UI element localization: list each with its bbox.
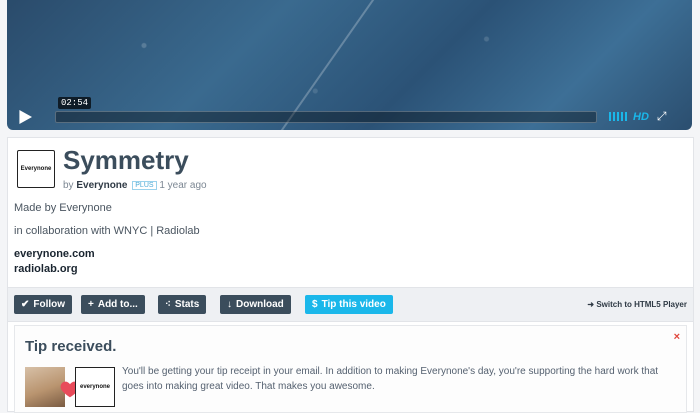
creator-avatar: everynone [75,367,115,407]
arrow-circle-icon: ➜ [587,300,595,309]
download-icon: ↓ [227,299,232,310]
timeline-scrubber[interactable] [55,110,597,123]
video-title: Symmetry [63,145,189,175]
add-to-label: Add to... [97,299,138,310]
tip-label: Tip this video [321,299,386,310]
close-icon[interactable]: × [674,331,680,343]
tip-notice-title: Tip received. [25,338,117,355]
link-radiolab[interactable]: radiolab.org [14,263,78,275]
download-label: Download [236,299,284,310]
plus-icon: + [88,299,94,310]
channel-logo[interactable]: Everynone [17,150,55,188]
hd-toggle[interactable]: HD [633,111,649,123]
add-to-button[interactable]: + Add to... [81,295,145,314]
switch-player-link[interactable]: ➜ Switch to HTML5 Player [587,300,687,309]
byline: by Everynone PLUS 1 year ago [63,180,207,191]
switch-player-label: Switch to HTML5 Player [596,300,687,309]
play-icon [19,109,32,124]
upload-age: 1 year ago [159,180,207,191]
tip-notice: Tip received. × everynone You'll be gett… [14,325,687,413]
by-prefix: by [63,180,74,191]
description-line-1: Made by Everynone [14,202,112,214]
volume-icon[interactable] [609,112,627,121]
video-info-card: Everynone Symmetry by Everynone PLUS 1 y… [7,137,694,413]
play-button[interactable] [7,103,43,130]
tip-button[interactable]: $ Tip this video [305,295,393,314]
link-everynone[interactable]: everynone.com [14,248,95,260]
dollar-icon: $ [312,299,318,310]
stats-label: Stats [174,299,200,310]
stats-icon: ⁖ [165,299,171,310]
author-link[interactable]: Everynone [76,180,127,191]
download-button[interactable]: ↓ Download [220,295,291,314]
tip-notice-message: You'll be getting your tip receipt in yo… [122,366,659,392]
follow-label: Follow [33,299,66,310]
description-line-2: in collaboration with WNYC | Radiolab [14,225,200,237]
fullscreen-icon[interactable]: ⤢ [657,109,667,124]
check-icon: ✔ [21,299,30,310]
plus-badge: PLUS [132,180,157,190]
player-controls: HD ⤢ [7,103,692,130]
follow-button[interactable]: ✔ Follow [14,295,73,314]
action-toolbar: ✔ Follow + Add to... ⁖ Stats ↓ Download … [8,287,693,322]
stats-button[interactable]: ⁖ Stats [158,295,207,314]
